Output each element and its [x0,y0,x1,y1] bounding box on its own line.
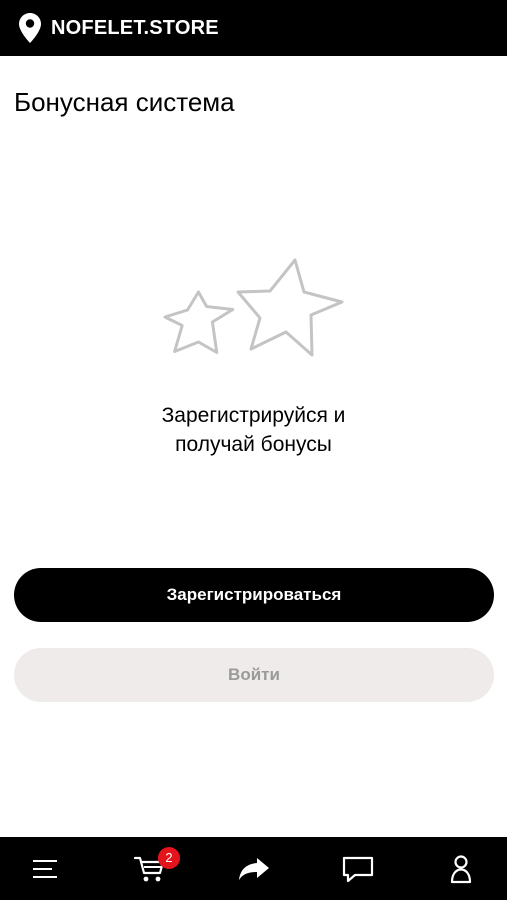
nav-share[interactable] [224,837,284,900]
cart-count-badge: 2 [158,847,180,869]
page-title: Бонусная система [14,87,235,117]
register-button[interactable]: Зарегистрироваться [14,568,494,622]
chat-icon [342,856,374,882]
bottom-navigation: 2 [0,837,507,900]
stars-icon [163,258,344,357]
profile-icon [450,854,472,883]
nav-menu[interactable] [15,837,75,900]
store-name[interactable]: NOFELET.STORE [51,16,219,40]
top-bar: NOFELET.STORE [0,0,507,56]
promo-line-2: получай бонусы [175,433,332,456]
map-pin-icon[interactable] [19,13,41,43]
promo-message: Зарегистрируйся и получай бонусы [0,401,507,459]
promo-line-1: Зарегистрируйся и [161,404,346,427]
share-icon [239,857,269,880]
login-button[interactable]: Войти [14,648,494,702]
nav-profile[interactable] [431,837,491,900]
nav-cart[interactable]: 2 [120,837,180,900]
nav-chat[interactable] [328,837,388,900]
bonus-system-screen: NOFELET.STORE Бонусная система Зарегистр… [0,0,507,900]
menu-icon [33,859,57,878]
